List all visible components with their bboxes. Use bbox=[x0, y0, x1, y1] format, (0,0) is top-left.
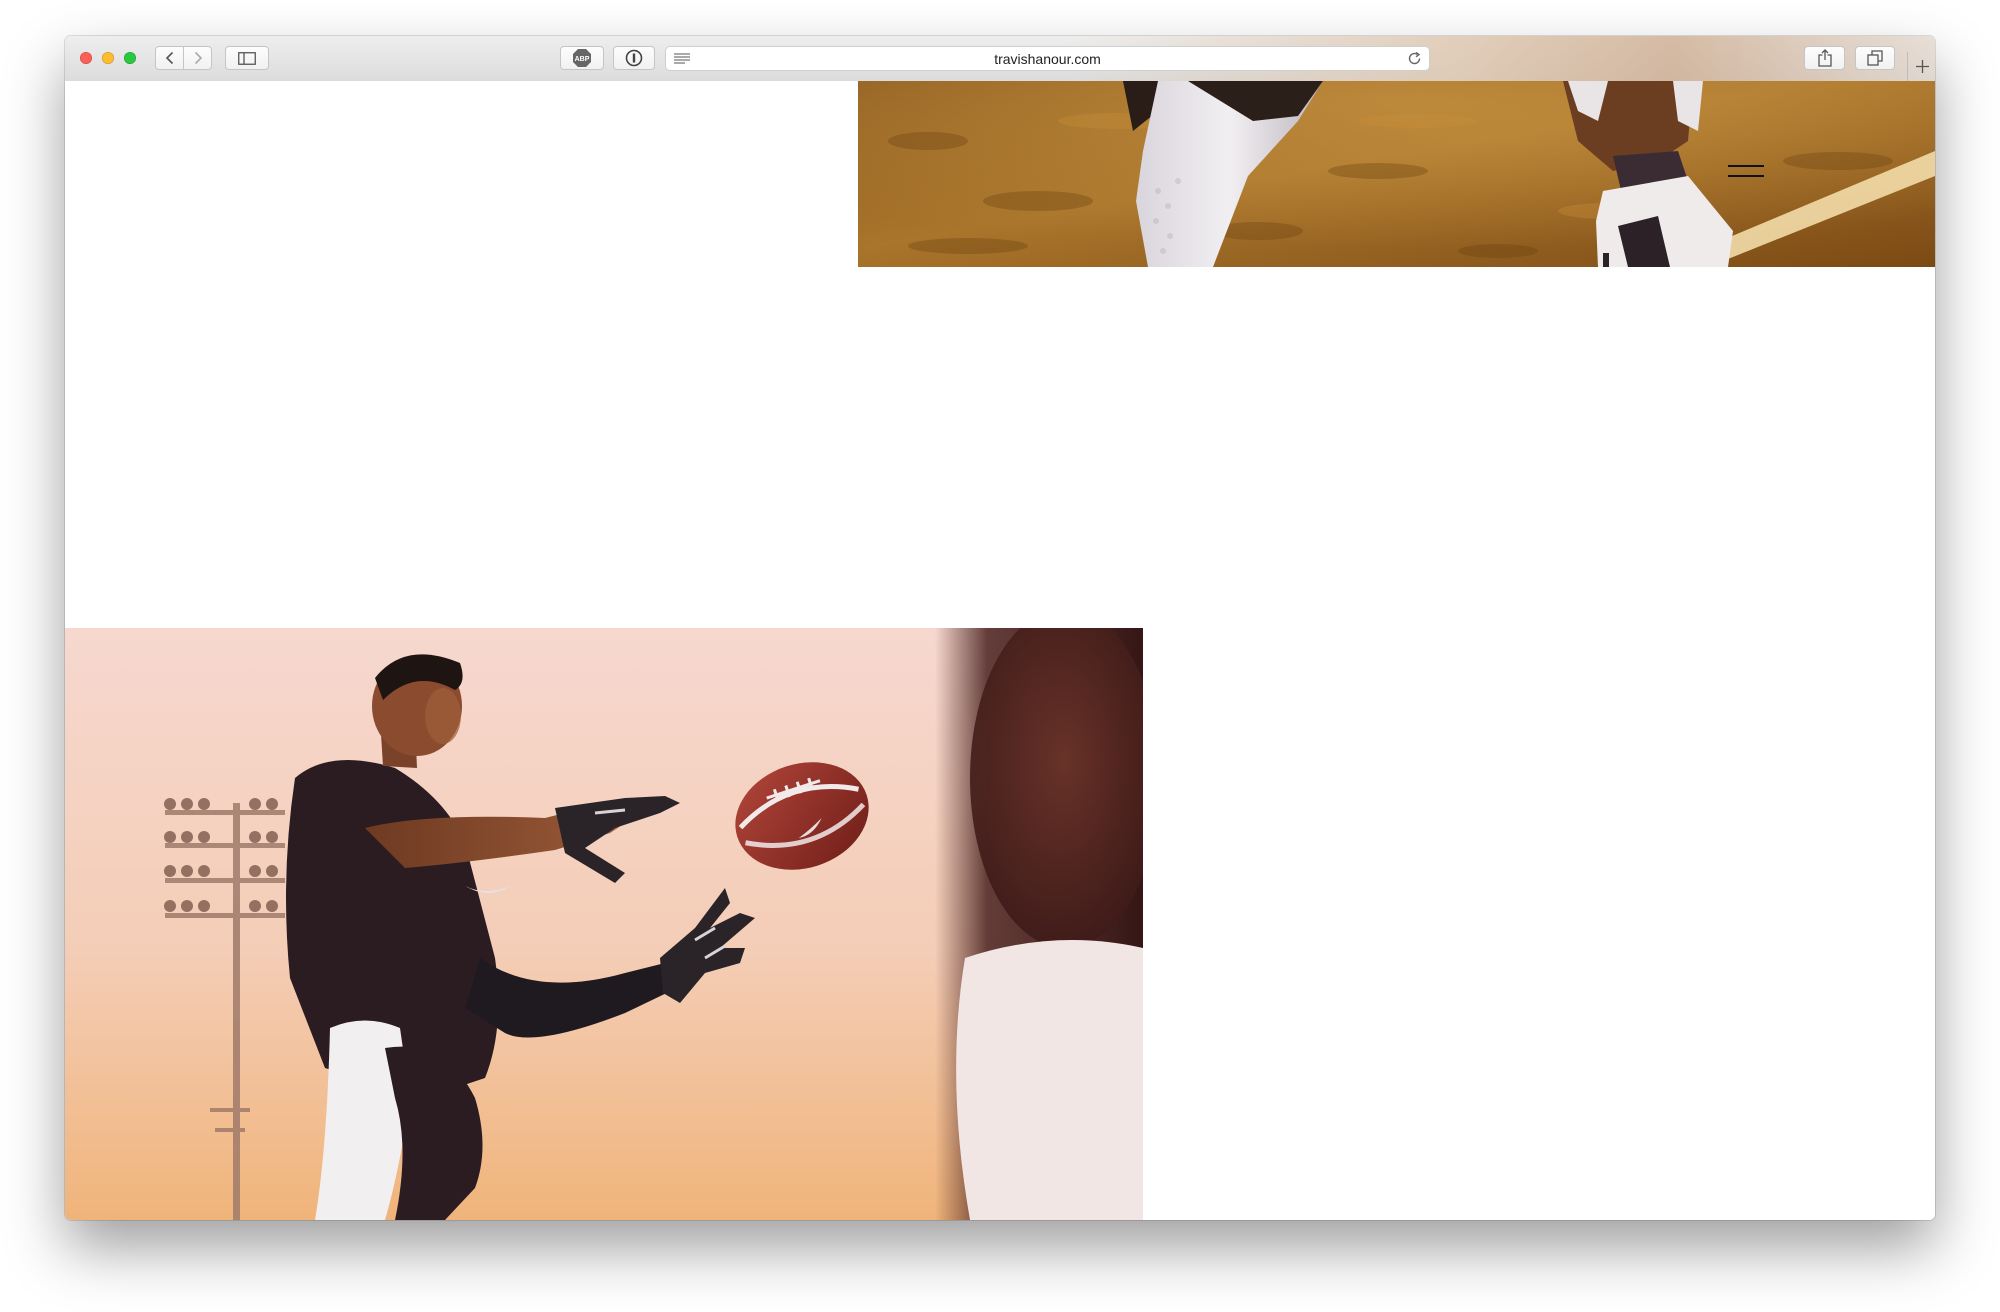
1password-icon bbox=[625, 49, 643, 67]
hero-bottom-image bbox=[65, 628, 1143, 1220]
abp-icon: ABP bbox=[573, 49, 591, 67]
tabs-overview-button[interactable] bbox=[1855, 46, 1895, 70]
minimize-window-button[interactable] bbox=[102, 52, 114, 64]
share-button[interactable] bbox=[1804, 46, 1845, 70]
new-tab-button[interactable] bbox=[1907, 52, 1935, 81]
hero-top-image bbox=[858, 81, 1935, 267]
adblock-button[interactable]: ABP bbox=[560, 46, 604, 70]
address-bar[interactable]: travishanour.com bbox=[665, 46, 1430, 71]
sidebar-toggle-button[interactable] bbox=[225, 46, 269, 70]
abp-label: ABP bbox=[575, 56, 590, 63]
browser-toolbar: ABP travishanour.com bbox=[65, 36, 1935, 82]
fullscreen-window-button[interactable] bbox=[124, 52, 136, 64]
screen: ABP travishanour.com bbox=[0, 0, 2000, 1312]
close-window-button[interactable] bbox=[80, 52, 92, 64]
plus-icon bbox=[1915, 60, 1929, 73]
browser-window: ABP travishanour.com bbox=[65, 36, 1935, 1220]
password-manager-button[interactable] bbox=[613, 46, 655, 70]
web-page bbox=[65, 81, 1935, 1220]
sidebar-icon bbox=[238, 51, 256, 65]
back-button[interactable] bbox=[155, 46, 184, 70]
chevron-right-icon bbox=[194, 51, 202, 65]
chevron-left-icon bbox=[165, 51, 173, 65]
tabs-overview-icon bbox=[1867, 50, 1883, 66]
url-text[interactable]: travishanour.com bbox=[666, 51, 1429, 67]
forward-button[interactable] bbox=[183, 46, 212, 70]
menu-button[interactable] bbox=[1728, 162, 1764, 180]
reload-icon[interactable] bbox=[1407, 51, 1422, 66]
share-icon bbox=[1817, 49, 1832, 67]
